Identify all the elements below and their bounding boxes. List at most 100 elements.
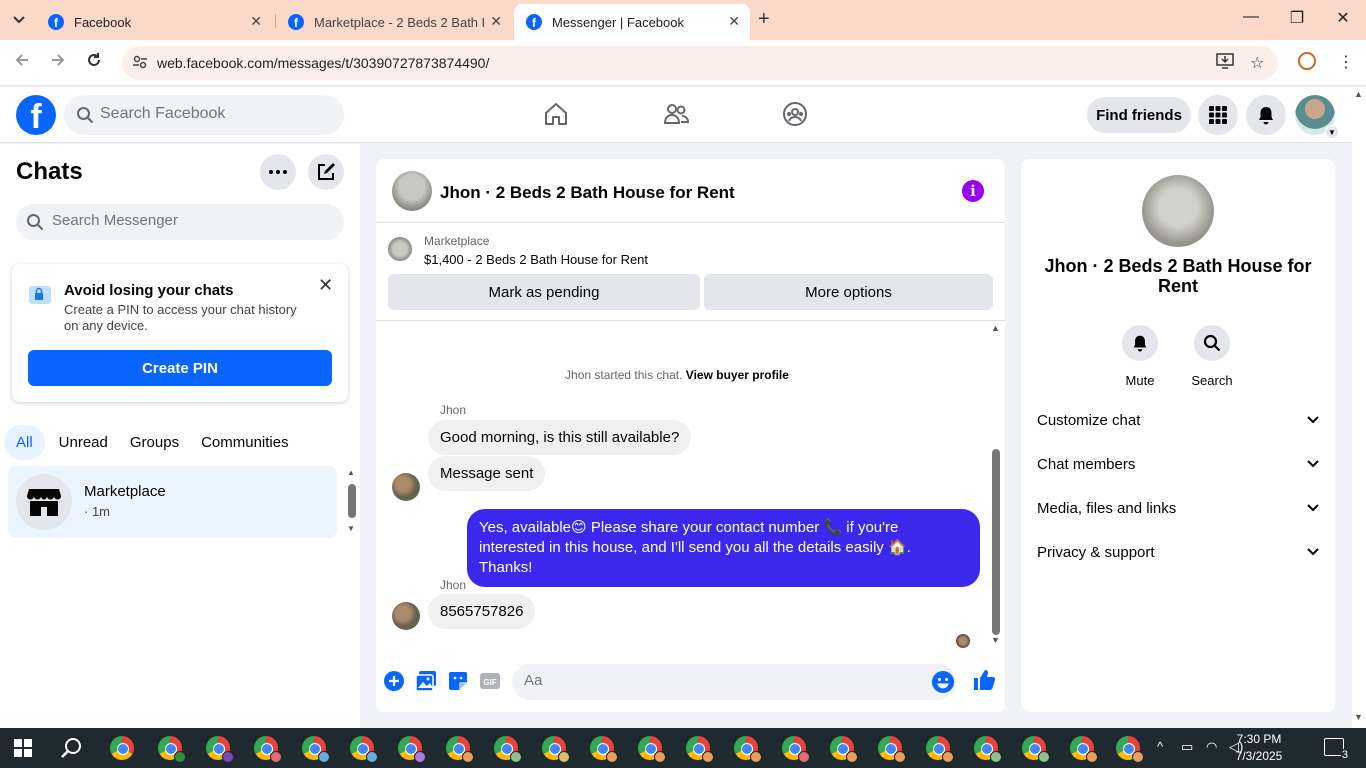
home-nav-icon[interactable]	[543, 101, 569, 132]
notification-center-icon[interactable]: 3	[1324, 738, 1349, 761]
message-bubble-incoming[interactable]: 8565757826	[428, 594, 536, 629]
scroll-down-arrow[interactable]: ▼	[991, 635, 1000, 645]
photo-icon[interactable]	[415, 670, 437, 692]
chrome-profile-icon[interactable]	[590, 736, 618, 763]
mark-pending-button[interactable]: Mark as pending	[388, 274, 700, 310]
filter-all[interactable]: All	[4, 424, 45, 460]
friends-nav-icon[interactable]	[662, 101, 690, 132]
page-scrollbar[interactable]: ▲ ▼	[1352, 87, 1366, 728]
chrome-icon[interactable]	[110, 736, 134, 760]
groups-nav-icon[interactable]	[782, 101, 808, 132]
scroll-up-arrow[interactable]: ▲	[1354, 89, 1363, 99]
show-hidden-icons-chevron[interactable]: ^	[1157, 739, 1163, 754]
plus-circle-icon[interactable]	[383, 670, 405, 692]
emoji-icon[interactable]	[932, 671, 954, 693]
chrome-profile-icon[interactable]	[542, 736, 570, 763]
install-app-icon[interactable]	[1216, 53, 1234, 74]
chrome-profile-icon[interactable]	[830, 736, 858, 763]
create-pin-button[interactable]: Create PIN	[28, 350, 332, 386]
browser-profile-icon[interactable]	[1298, 52, 1316, 70]
search-in-conversation-button[interactable]: Search	[1182, 325, 1242, 388]
message-bubble-incoming[interactable]: Good morning, is this still available?	[428, 420, 692, 455]
forward-button[interactable]	[50, 52, 66, 73]
chrome-profile-icon[interactable]	[926, 736, 954, 763]
mute-button[interactable]: Mute	[1110, 325, 1170, 388]
restore-button[interactable]: ❐	[1274, 8, 1320, 28]
chrome-profile-icon[interactable]	[734, 736, 762, 763]
close-tab-icon[interactable]: ✕	[728, 13, 740, 30]
chrome-profile-icon[interactable]	[638, 736, 666, 763]
chrome-profile-icon[interactable]	[1022, 736, 1050, 763]
notifications-button[interactable]	[1246, 95, 1286, 135]
wifi-icon[interactable]: ◠	[1206, 739, 1217, 755]
back-button[interactable]	[14, 52, 30, 73]
conversation-title[interactable]: Jhon · 2 Beds 2 Bath House for Rent	[440, 183, 735, 203]
chrome-profile-icon[interactable]	[1116, 736, 1144, 763]
chat-options-button[interactable]	[260, 154, 296, 190]
site-info-icon[interactable]	[132, 54, 148, 73]
message-bubble-outgoing[interactable]: Yes, available😊 Please share your contac…	[467, 509, 980, 587]
conversation-item-marketplace[interactable]: Marketplace · 1m	[8, 466, 337, 538]
scroll-down-arrow[interactable]: ▼	[1354, 712, 1363, 722]
sender-avatar[interactable]	[392, 473, 420, 501]
chrome-profile-icon[interactable]	[302, 736, 330, 763]
sticker-icon[interactable]	[447, 670, 469, 692]
view-buyer-profile-link[interactable]: View buyer profile	[686, 368, 789, 382]
chrome-profile-icon[interactable]	[494, 736, 522, 763]
reload-button[interactable]	[86, 52, 102, 73]
filter-groups[interactable]: Groups	[130, 434, 179, 451]
find-friends-button[interactable]: Find friends	[1087, 97, 1191, 133]
conversation-avatar[interactable]	[392, 171, 432, 211]
sender-avatar[interactable]	[392, 602, 420, 630]
privacy-support-row[interactable]: Privacy & support	[1037, 534, 1319, 570]
listing-title[interactable]: $1,400 - 2 Beds 2 Bath House for Rent	[424, 252, 648, 267]
close-tab-icon[interactable]: ✕	[250, 13, 262, 30]
new-tab-button[interactable]: +	[758, 8, 770, 31]
chrome-profile-icon[interactable]	[974, 736, 1002, 763]
chrome-profile-icon[interactable]	[686, 736, 714, 763]
facebook-logo[interactable]: f	[16, 95, 56, 135]
chrome-profile-icon[interactable]	[206, 736, 234, 763]
chat-members-row[interactable]: Chat members	[1037, 446, 1319, 482]
close-window-button[interactable]: ✕	[1320, 8, 1366, 28]
messenger-search-input[interactable]	[52, 212, 322, 229]
battery-icon[interactable]: ▭	[1181, 739, 1193, 755]
tab-search-dropdown[interactable]	[6, 8, 32, 32]
conversation-scrollbar[interactable]: ▲ ▼	[989, 323, 1003, 649]
taskbar-search-icon[interactable]	[60, 736, 84, 760]
taskbar-clock[interactable]: 7:30 PM 7/3/2025	[1228, 731, 1290, 765]
message-bubble-incoming[interactable]: Message sent	[428, 456, 546, 491]
gif-icon[interactable]: GIF	[479, 670, 501, 692]
minimize-button[interactable]: —	[1228, 8, 1274, 26]
menu-grid-button[interactable]	[1198, 95, 1238, 135]
bookmark-star-icon[interactable]: ☆	[1250, 53, 1264, 73]
scroll-up-arrow[interactable]: ▲	[991, 323, 1000, 333]
conversation-avatar-large[interactable]	[1142, 175, 1214, 247]
chrome-profile-icon[interactable]	[350, 736, 378, 763]
media-files-links-row[interactable]: Media, files and links	[1037, 490, 1319, 526]
chrome-profile-icon[interactable]	[254, 736, 282, 763]
sidebar-scrollbar[interactable]: ▲ ▼	[345, 468, 359, 536]
close-tab-icon[interactable]: ✕	[490, 13, 502, 30]
messenger-search[interactable]	[16, 204, 344, 240]
chrome-profile-icon[interactable]	[1070, 736, 1098, 763]
browser-tab-messenger[interactable]: f Messenger | Facebook ✕	[514, 4, 750, 40]
message-input[interactable]	[524, 672, 904, 689]
windows-start-icon[interactable]	[14, 739, 32, 757]
facebook-search-input[interactable]	[100, 105, 330, 123]
customize-chat-row[interactable]: Customize chat	[1037, 402, 1319, 438]
account-avatar[interactable]: ▼	[1295, 95, 1339, 139]
filter-communities[interactable]: Communities	[201, 434, 289, 451]
filter-unread[interactable]: Unread	[59, 434, 108, 451]
browser-menu-icon[interactable]: ⋮	[1338, 52, 1354, 72]
address-bar[interactable]: web.facebook.com/messages/t/303907278738…	[122, 46, 1278, 80]
chrome-profile-icon[interactable]	[158, 736, 186, 763]
info-icon[interactable]: i	[962, 180, 984, 202]
scroll-down-arrow[interactable]: ▼	[347, 524, 355, 533]
scroll-up-arrow[interactable]: ▲	[347, 468, 355, 477]
chrome-profile-icon[interactable]	[446, 736, 474, 763]
more-options-button[interactable]: More options	[704, 274, 993, 310]
thumbs-up-icon[interactable]	[972, 668, 996, 692]
new-message-button[interactable]	[308, 154, 344, 190]
facebook-search[interactable]	[64, 95, 344, 135]
